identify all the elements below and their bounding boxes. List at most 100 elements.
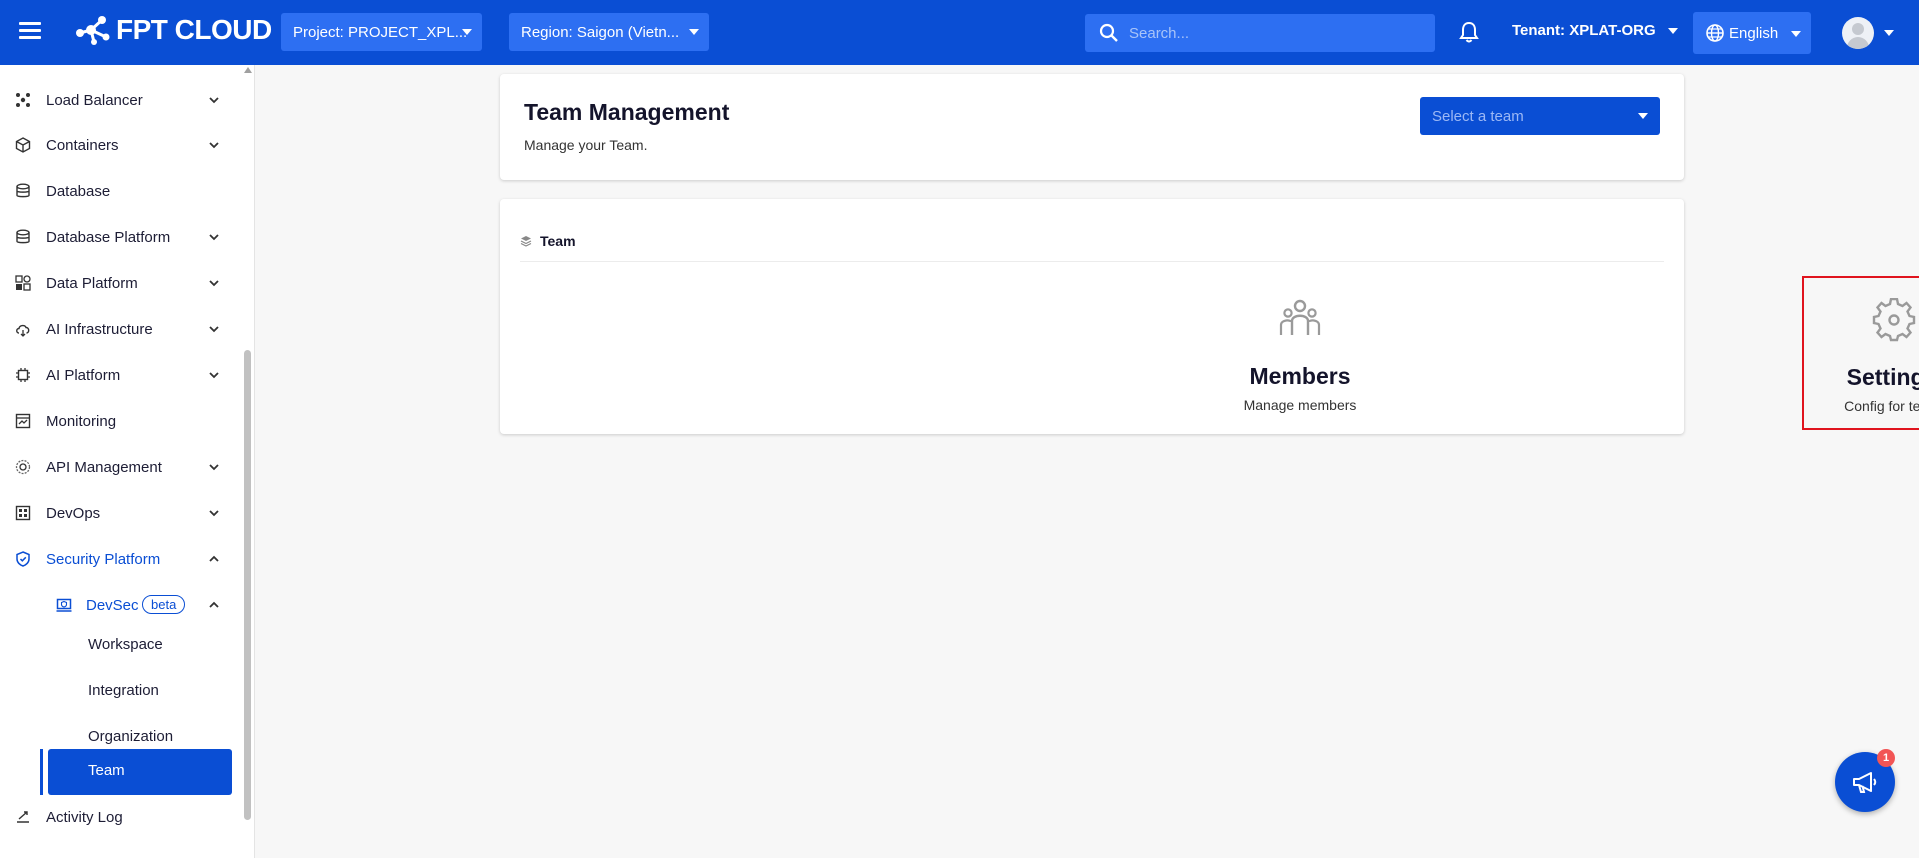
sidebar-item-team[interactable]: Team bbox=[0, 749, 240, 795]
sidebar-item-label: Team bbox=[88, 762, 125, 779]
bell-icon[interactable] bbox=[1458, 20, 1480, 49]
sidebar-scrollbar[interactable] bbox=[244, 65, 252, 858]
sidebar-item-ai-infrastructure[interactable]: AI Infrastructure bbox=[0, 309, 240, 349]
sidebar-item-database-platform[interactable]: Database Platform bbox=[0, 217, 240, 257]
devsec-icon bbox=[56, 598, 72, 612]
chevron-down-icon bbox=[209, 510, 219, 517]
sidebar-item-label: Containers bbox=[46, 136, 119, 154]
sidebar-item-ai-platform[interactable]: AI Platform bbox=[0, 355, 240, 395]
chevron-down-icon bbox=[209, 280, 219, 287]
chevron-down-icon bbox=[1791, 31, 1801, 37]
chevron-down-icon bbox=[689, 29, 699, 35]
chevron-down-icon bbox=[209, 464, 219, 471]
brand-name: FPT CLOUD bbox=[116, 14, 272, 45]
notification-badge: 1 bbox=[1877, 749, 1895, 767]
database-icon bbox=[16, 183, 30, 198]
sidebar-item-devsec[interactable]: DevSec beta bbox=[0, 585, 240, 625]
activity-log-icon bbox=[17, 811, 29, 823]
team-select[interactable]: Select a team bbox=[1420, 97, 1660, 135]
sidebar-item-label: Database bbox=[46, 182, 111, 200]
project-select[interactable]: Project: PROJECT_XPL... bbox=[281, 13, 482, 51]
chevron-up-icon bbox=[209, 555, 219, 562]
sidebar-item-label: Activity Log bbox=[46, 808, 123, 826]
shield-icon bbox=[16, 551, 30, 567]
sidebar-item-label: Database Platform bbox=[46, 228, 171, 246]
chevron-down-icon bbox=[1884, 30, 1894, 36]
api-icon bbox=[15, 459, 31, 475]
region-select[interactable]: Region: Saigon (Vietn... bbox=[509, 13, 709, 51]
database-platform-icon bbox=[16, 229, 30, 244]
sidebar-item-api-management[interactable]: API Management bbox=[0, 447, 240, 487]
sidebar-item-label: AI Infrastructure bbox=[46, 320, 153, 338]
chevron-down-icon bbox=[209, 97, 219, 104]
region-select-label: Region: Saigon (Vietn... bbox=[521, 23, 680, 41]
chevron-down-icon bbox=[209, 234, 219, 241]
sidebar-item-label: Monitoring bbox=[46, 412, 117, 430]
search-input[interactable] bbox=[1129, 24, 1419, 42]
chevron-down-icon bbox=[1667, 27, 1678, 34]
fpt-logo-icon bbox=[76, 16, 110, 45]
search-icon bbox=[1099, 23, 1118, 42]
search-box bbox=[1085, 14, 1435, 52]
monitoring-icon bbox=[15, 413, 31, 429]
language-select[interactable]: English bbox=[1693, 12, 1811, 54]
settings-tile[interactable]: Settings Config for team bbox=[1802, 276, 1919, 430]
load-balancer-icon bbox=[16, 93, 30, 107]
chevron-down-icon bbox=[462, 29, 472, 35]
sidebar-item-workspace[interactable]: Workspace bbox=[0, 625, 240, 665]
tenant-select[interactable]: Tenant: XPLAT-ORG bbox=[1512, 22, 1678, 39]
section-title: Team bbox=[540, 233, 576, 249]
sidebar-item-label: DevOps bbox=[46, 504, 101, 522]
page-subtitle: Manage your Team. bbox=[524, 137, 648, 153]
chip-icon bbox=[16, 368, 30, 382]
sidebar-item-data-platform[interactable]: Data Platform bbox=[0, 263, 240, 303]
scroll-up-arrow-icon[interactable] bbox=[244, 67, 252, 73]
scrollbar-thumb[interactable] bbox=[244, 350, 251, 820]
user-menu[interactable] bbox=[1842, 17, 1894, 49]
sidebar-item-label: Organization bbox=[88, 728, 174, 745]
sidebar-item-load-balancer[interactable]: Load Balancer bbox=[0, 80, 240, 120]
members-icon bbox=[1279, 299, 1321, 335]
devsec-label: DevSec bbox=[86, 596, 139, 614]
sidebar-item-integration[interactable]: Integration bbox=[0, 671, 240, 711]
tile-description: Config for team bbox=[1844, 398, 1919, 414]
sidebar-item-containers[interactable]: Containers bbox=[0, 125, 240, 165]
divider bbox=[520, 261, 1664, 262]
layers-icon bbox=[520, 236, 532, 247]
chevron-down-icon bbox=[209, 372, 219, 379]
language-label: English bbox=[1729, 24, 1779, 42]
chevron-down-icon bbox=[209, 326, 219, 333]
active-background bbox=[48, 749, 232, 795]
team-section-card: Team Members Manage members Settings Con… bbox=[500, 199, 1919, 434]
sidebar-item-devops[interactable]: DevOps bbox=[0, 493, 240, 533]
globe-icon bbox=[1706, 24, 1724, 42]
tile-title: Members bbox=[1249, 363, 1351, 389]
sidebar-item-monitoring[interactable]: Monitoring bbox=[0, 401, 240, 441]
tile-description: Manage members bbox=[1243, 397, 1357, 413]
team-select-placeholder: Select a team bbox=[1432, 107, 1524, 125]
members-tile[interactable]: Members Manage members bbox=[1210, 277, 1390, 431]
section-header: Team bbox=[520, 233, 576, 249]
tile-title: Settings bbox=[1846, 364, 1919, 390]
active-indicator bbox=[40, 749, 43, 795]
chevron-down-icon bbox=[1638, 113, 1648, 119]
announcements-button[interactable]: 1 bbox=[1835, 749, 1895, 812]
beta-badge: beta bbox=[142, 595, 186, 614]
sidebar-item-database[interactable]: Database bbox=[0, 171, 240, 211]
tenant-label: Tenant: XPLAT-ORG bbox=[1512, 22, 1656, 39]
gear-icon bbox=[1872, 298, 1916, 342]
data-platform-icon bbox=[15, 275, 31, 291]
cloud-sync-icon bbox=[16, 324, 30, 337]
sidebar-item-label: API Management bbox=[46, 458, 162, 476]
sidebar-item-label: AI Platform bbox=[46, 366, 121, 384]
brand-logo[interactable]: FPT CLOUD bbox=[74, 14, 272, 46]
sidebar: Load Balancer Containers Database Databa… bbox=[0, 65, 255, 858]
sidebar-item-activity-log[interactable]: Activity Log bbox=[0, 797, 240, 837]
sidebar-item-label: Security Platform bbox=[46, 550, 161, 568]
sidebar-item-label: Workspace bbox=[88, 636, 163, 653]
devops-icon bbox=[15, 505, 31, 521]
sidebar-item-security-platform[interactable]: Security Platform bbox=[0, 539, 240, 579]
menu-icon[interactable] bbox=[19, 22, 41, 40]
chevron-down-icon bbox=[209, 142, 219, 149]
cube-icon bbox=[15, 137, 31, 153]
